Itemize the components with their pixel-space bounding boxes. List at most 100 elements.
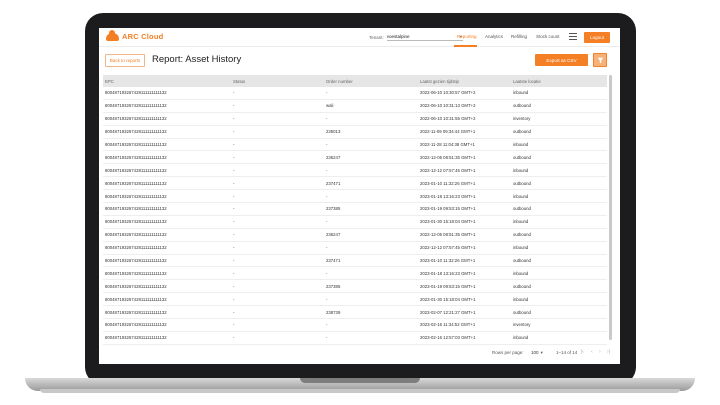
brand-logo[interactable]: ARC Cloud xyxy=(106,29,163,41)
status-cell: - xyxy=(233,245,235,251)
page-title: Report: Asset History xyxy=(152,54,242,65)
last-location-cell: inbound xyxy=(513,142,529,147)
last-location-cell: inventory xyxy=(513,322,531,328)
table-row[interactable]: 800487193267428111111111132 - - 2022-12-12 … xyxy=(103,242,607,255)
epc-cell: 800487193267428111111111132 xyxy=(105,103,167,109)
table-pagination: Rows per page: 100 ▼ 1–14 of 14 |‹ ‹ › ›… xyxy=(99,346,620,360)
logout-button[interactable]: Logout xyxy=(584,32,610,43)
table-row[interactable]: 800487193267428111111111132 - 237385 2023-0… xyxy=(103,280,607,294)
last-location-cell: inbound xyxy=(513,335,529,341)
scrollbar-thumb[interactable] xyxy=(609,75,612,340)
table-row[interactable]: 800487193267428111111111132 - 237471 2023-0… xyxy=(103,177,607,191)
status-cell: - xyxy=(233,335,235,341)
last-location-cell: inbound xyxy=(513,193,529,199)
order-number-cell: - xyxy=(326,245,328,251)
last-location-cell: outbound xyxy=(513,258,531,264)
table-row[interactable]: 800487193267428111111111132 - - 2022-11-28 … xyxy=(103,139,607,152)
table-row[interactable]: 800487193267428111111111132 - 237385 2023-0… xyxy=(103,203,607,216)
last-seen-cell: 2022-12-05 08:51:35 GMT+1 xyxy=(420,154,476,160)
menu-icon[interactable] xyxy=(569,33,577,40)
column-header-last-seen[interactable]: Laatst gezien tijdstip xyxy=(420,79,513,84)
status-cell: - xyxy=(233,167,235,173)
status-cell: - xyxy=(233,142,235,147)
epc-cell: 800487193267428111111111132 xyxy=(105,142,167,147)
last-seen-cell: 2023-01-30 15:18:04 GMT+1 xyxy=(420,219,476,225)
status-cell: - xyxy=(233,180,235,186)
table-row[interactable]: 800487193267428111111111132 - - 2023-01-18 … xyxy=(103,267,607,281)
order-number-cell: - xyxy=(326,296,328,302)
order-number-cell: - xyxy=(326,322,328,328)
tenant-dropdown[interactable]: voestalpine ▼ xyxy=(386,34,463,41)
order-number-cell: 237385 xyxy=(326,283,341,289)
epc-cell: 800487193267428111111111132 xyxy=(105,90,167,96)
last-location-cell: outbound xyxy=(513,103,531,109)
column-header-last-location[interactable]: Laatste locatie xyxy=(513,79,607,84)
order-number-cell: - xyxy=(326,167,328,173)
pagination-range: 1–14 of 14 xyxy=(556,350,578,355)
last-location-cell: outbound xyxy=(513,129,531,135)
epc-cell: 800487193267428111111111132 xyxy=(105,206,167,212)
asset-history-table: EPC Status Order number Laatst gezien ti… xyxy=(103,75,607,345)
first-page-icon[interactable]: |‹ xyxy=(581,349,584,355)
last-seen-cell: 2022-11-09 09:34:44 GMT+1 xyxy=(420,129,476,135)
back-to-reports-button[interactable]: Back to reports xyxy=(105,54,145,67)
export-csv-button[interactable]: Export as CSV xyxy=(535,54,588,66)
table-row[interactable]: 800487193267428111111111132 - 236247 2022-1… xyxy=(103,151,607,165)
epc-cell: 800487193267428111111111132 xyxy=(105,154,167,160)
table-row[interactable]: 800487193267428111111111132 - - 2022-06-10 … xyxy=(103,113,607,126)
table-row[interactable]: 800487193267428111111111132 - - 2023-01-18 … xyxy=(103,190,607,204)
table-row[interactable]: 800487193267428111111111132 - 235013 2022-1… xyxy=(103,126,607,139)
nav-link-refilling[interactable]: Refilling xyxy=(511,34,527,39)
epc-cell: 800487193267428111111111132 xyxy=(105,116,167,122)
table-row[interactable]: 800487193267428111111111132 - 237471 2023-0… xyxy=(103,255,607,268)
table-row[interactable]: 800487193267428111111111132 - - 2023-01-30 … xyxy=(103,216,607,229)
table-row[interactable]: 800487193267428111111111132 - wali 2022-06-… xyxy=(103,100,607,113)
epc-cell: 800487193267428111111111132 xyxy=(105,283,167,289)
last-location-cell: inbound xyxy=(513,296,529,302)
status-cell: - xyxy=(233,193,235,199)
table-row[interactable]: 800487193267428111111111132 - 238739 2023-0… xyxy=(103,306,607,320)
table-row[interactable]: 800487193267428111111111132 - - 2023-01-30 … xyxy=(103,293,607,307)
last-location-cell: inventory xyxy=(513,116,531,122)
epc-cell: 800487193267428111111111132 xyxy=(105,309,167,315)
last-page-icon[interactable]: ›| xyxy=(607,349,610,355)
nav-link-analytics[interactable]: Analytics xyxy=(485,34,503,39)
table-row[interactable]: 800487193267428111111111132 - - 2023-02-16 … xyxy=(103,319,607,332)
status-cell: - xyxy=(233,232,235,238)
order-number-cell: - xyxy=(326,142,328,147)
previous-page-icon[interactable]: ‹ xyxy=(591,349,593,355)
next-page-icon[interactable]: › xyxy=(599,349,601,355)
order-number-cell: wali xyxy=(326,103,334,109)
order-number-cell: 236247 xyxy=(326,232,341,238)
last-location-cell: inbound xyxy=(513,245,529,251)
table-row[interactable]: 800487193267428111111111132 - 236247 2022-1… xyxy=(103,229,607,242)
rows-per-page-select[interactable]: 100 ▼ xyxy=(531,350,544,355)
table-row[interactable]: 800487193267428111111111132 - - 2023-02-16 … xyxy=(103,332,607,345)
chevron-down-icon: ▼ xyxy=(539,350,544,355)
status-cell: - xyxy=(233,283,235,289)
last-seen-cell: 2023-01-10 11:32:26 GMT+1 xyxy=(420,258,476,264)
column-header-order-number[interactable]: Order number xyxy=(326,79,420,84)
table-scrollbar[interactable] xyxy=(609,75,612,340)
order-number-cell: - xyxy=(326,270,328,276)
last-location-cell: inbound xyxy=(513,270,529,276)
last-location-cell: outbound xyxy=(513,154,531,160)
nav-link-stock-count[interactable]: Stock count xyxy=(536,34,560,39)
last-seen-cell: 2022-12-05 08:51:35 GMT+1 xyxy=(420,232,476,238)
table-row[interactable]: 800487193267428111111111132 - - 2022-12-12 … xyxy=(103,164,607,178)
epc-cell: 800487193267428111111111132 xyxy=(105,219,167,225)
epc-cell: 800487193267428111111111132 xyxy=(105,232,167,238)
nav-link-reporting[interactable]: Reporting xyxy=(457,34,477,39)
last-location-cell: outbound xyxy=(513,309,531,315)
column-header-status[interactable]: Status xyxy=(233,79,326,84)
table-header: EPC Status Order number Laatst gezien ti… xyxy=(103,75,607,87)
last-seen-cell: 2022-12-12 07:57:45 GMT+1 xyxy=(420,245,476,251)
last-location-cell: outbound xyxy=(513,180,531,186)
filter-button[interactable] xyxy=(593,53,607,67)
tenant-value: voestalpine xyxy=(386,34,410,39)
column-header-epc[interactable]: EPC xyxy=(103,79,233,84)
status-cell: - xyxy=(233,322,235,328)
laptop-notch xyxy=(300,378,420,383)
table-row[interactable]: 800487193267428111111111132 - - 2022-06-10 … xyxy=(103,87,607,100)
last-seen-cell: 2023-01-18 13:16:23 GMT+1 xyxy=(420,270,476,276)
